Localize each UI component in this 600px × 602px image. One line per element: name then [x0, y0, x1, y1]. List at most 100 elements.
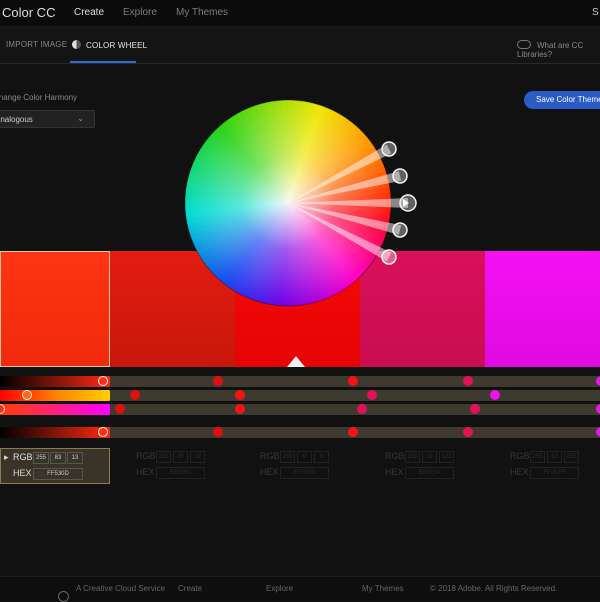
hex-input[interactable]: E80C7A — [405, 467, 454, 479]
hex-input[interactable]: E8310C — [156, 467, 205, 479]
slider-knob[interactable] — [130, 390, 140, 400]
rgb-g-input[interactable]: 0 — [297, 451, 312, 463]
hex-input[interactable]: FF0000 — [280, 467, 329, 479]
tab-import-image[interactable]: IMPORT IMAGE — [6, 40, 67, 49]
footer-explore[interactable]: Explore — [266, 584, 293, 593]
rgb-r-input[interactable]: 232 — [156, 451, 171, 463]
blue-slider-track[interactable] — [0, 404, 110, 415]
color-wheel-segment — [190, 203, 288, 246]
swatch-1[interactable] — [0, 251, 110, 367]
hex-label: HEX — [385, 467, 404, 477]
color-sliders — [0, 370, 600, 442]
color-wheel-segment — [195, 151, 288, 203]
swatch-1-values: ▸ RGB 255 83 13 HEX FF530D — [0, 448, 110, 484]
footer-my-themes[interactable]: My Themes — [362, 584, 404, 593]
tab-color-wheel[interactable]: COLOR WHEEL — [72, 40, 147, 50]
slider-knob[interactable] — [596, 427, 600, 437]
footer-service[interactable]: A Creative Cloud Service — [76, 584, 165, 593]
rgb-r-input[interactable]: 232 — [405, 451, 420, 463]
harmony-spokes — [288, 144, 408, 262]
nav-my-themes[interactable]: My Themes — [176, 7, 228, 18]
nav-create[interactable]: Create — [74, 7, 104, 18]
rgb-g-input[interactable]: 83 — [50, 452, 66, 464]
color-wheel-segment — [288, 203, 388, 241]
color-wheel-segment — [185, 203, 288, 220]
green-slider-track[interactable] — [0, 390, 110, 401]
color-wheel-segment — [288, 165, 387, 203]
color-wheel-segment — [192, 203, 288, 251]
color-wheel-segment — [200, 141, 288, 203]
rgb-g-input[interactable]: 49 — [173, 451, 188, 463]
color-wheel-segment — [288, 203, 391, 225]
slider-knob[interactable] — [213, 427, 223, 437]
color-handle-5[interactable] — [381, 249, 397, 265]
user-avatar[interactable]: S — [592, 7, 599, 18]
rgb-b-input[interactable]: 255 — [564, 451, 579, 463]
color-wheel-segment — [190, 160, 288, 203]
color-wheel-segment — [195, 203, 288, 256]
color-wheel-segment — [245, 105, 288, 203]
footer-copyright: © 2018 Adobe. All Rights Reserved. — [430, 584, 558, 593]
color-handle-base[interactable] — [399, 194, 417, 212]
color-wheel-segment — [288, 180, 391, 203]
color-handle-1[interactable] — [381, 141, 397, 157]
slider-knob[interactable] — [115, 404, 125, 414]
slider-knob[interactable] — [463, 427, 473, 437]
color-wheel-segment — [288, 100, 305, 203]
color-wheel-segment — [288, 160, 386, 203]
rgb-r-input[interactable]: 255 — [280, 451, 295, 463]
rgb-b-input[interactable]: 0 — [314, 451, 329, 463]
slider-knob[interactable] — [367, 390, 377, 400]
brightness-slider-knob[interactable] — [98, 427, 108, 437]
rgb-label: RGB — [136, 451, 156, 461]
hex-input[interactable]: FF530D — [33, 468, 83, 480]
slider-knob[interactable] — [235, 404, 245, 414]
rgb-g-input[interactable]: 13 — [547, 451, 562, 463]
color-wheel-segment — [288, 121, 358, 203]
rgb-b-input[interactable]: 13 — [67, 452, 83, 464]
color-wheel-segment — [288, 136, 373, 203]
color-wheel-segment — [235, 110, 288, 203]
rgb-g-input[interactable]: 12 — [422, 451, 437, 463]
swatch-2[interactable] — [110, 251, 235, 367]
green-slider-track-group[interactable] — [110, 390, 600, 401]
swatch-5[interactable] — [485, 251, 600, 367]
app-title[interactable]: Color CC — [2, 5, 55, 20]
slider-knob[interactable] — [213, 376, 223, 386]
color-wheel-segment — [187, 203, 288, 236]
harmony-spoke — [288, 198, 408, 208]
red-slider-knob[interactable] — [98, 376, 108, 386]
slider-knob[interactable] — [235, 390, 245, 400]
slider-knob[interactable] — [470, 404, 480, 414]
color-handle-4[interactable] — [392, 222, 408, 238]
rgb-r-input[interactable]: 255 — [530, 451, 545, 463]
expand-caret-icon[interactable]: ▸ — [4, 452, 9, 463]
red-slider-track[interactable] — [0, 376, 110, 387]
slider-knob[interactable] — [596, 376, 600, 386]
harmony-spoke — [288, 203, 402, 235]
color-handle-2[interactable] — [392, 168, 408, 184]
swatch-4[interactable] — [360, 251, 485, 367]
rgb-b-input[interactable]: 122 — [439, 451, 454, 463]
footer-create[interactable]: Create — [178, 584, 202, 593]
color-wheel-segment — [213, 125, 288, 203]
slider-knob[interactable] — [357, 404, 367, 414]
slider-knob[interactable] — [596, 404, 600, 414]
slider-knob[interactable] — [490, 390, 500, 400]
rgb-label: RGB — [510, 451, 530, 461]
slider-knob[interactable] — [348, 427, 358, 437]
swatch-3[interactable] — [235, 251, 360, 367]
save-color-theme-button[interactable]: Save Color Theme — [524, 91, 600, 109]
green-slider-knob[interactable] — [22, 390, 32, 400]
hex-input[interactable]: FF0DFF — [530, 467, 579, 479]
cc-libraries-link[interactable]: What are CC Libraries? — [517, 40, 600, 59]
brightness-slider-track[interactable] — [0, 427, 110, 438]
harmony-dropdown[interactable]: Analogous ⌄ — [0, 110, 95, 128]
hex-label: HEX — [13, 468, 32, 478]
slider-knob[interactable] — [348, 376, 358, 386]
blue-slider-track-group[interactable] — [110, 404, 600, 415]
rgb-r-input[interactable]: 255 — [33, 452, 49, 464]
nav-explore[interactable]: Explore — [123, 7, 157, 18]
slider-knob[interactable] — [463, 376, 473, 386]
rgb-b-input[interactable]: 12 — [190, 451, 205, 463]
